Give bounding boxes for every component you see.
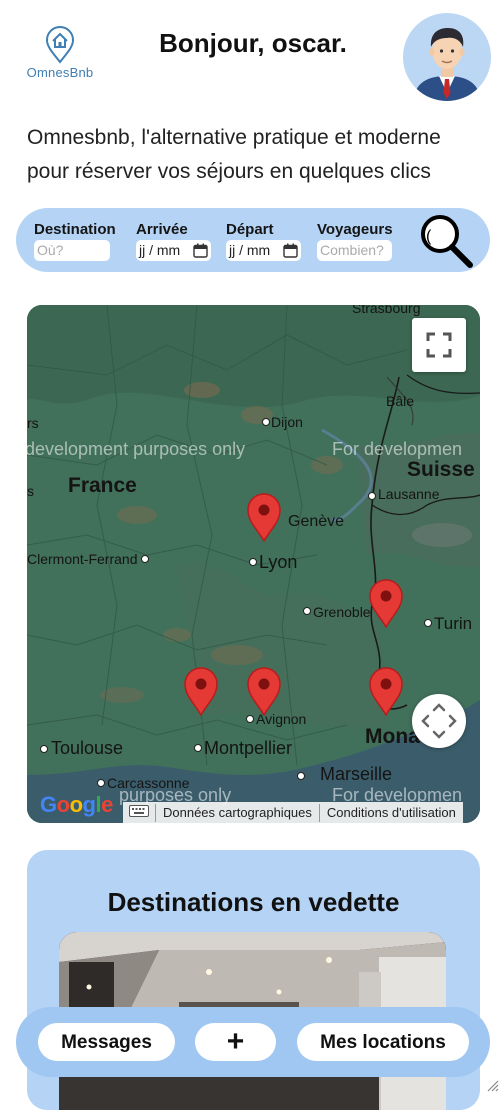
travelers-input[interactable]: Combien? <box>317 240 392 261</box>
destination-field: Destination Où? <box>34 221 116 261</box>
logo-text: OmnesBnb <box>26 65 94 80</box>
map-attribution: Données cartographiques Conditions d'uti… <box>123 802 463 823</box>
logo[interactable]: OmnesBnb <box>22 26 98 86</box>
map-watermark: For developmen <box>332 439 463 459</box>
bottom-nav: Messages + Mes locations <box>16 1007 490 1077</box>
map-label-strasbourg: Strasbourg <box>352 305 421 316</box>
map-label-suisse: Suisse <box>407 458 475 481</box>
arrival-field: Arrivée jj / mm <box>136 221 211 261</box>
arrival-date-input[interactable]: jj / mm <box>136 240 211 261</box>
destination-label: Destination <box>34 221 116 238</box>
search-icon: ( <box>421 215 473 268</box>
search-button[interactable]: ( <box>418 212 476 270</box>
departure-date-input[interactable]: jj / mm <box>226 240 301 261</box>
map-label-clermont-ferrand: Clermont-Ferrand <box>27 551 138 567</box>
map-pin-icon[interactable] <box>368 578 404 629</box>
greeting: Bonjour, oscar. <box>159 28 347 58</box>
map-pin-icon[interactable] <box>246 492 282 543</box>
arrival-label: Arrivée <box>136 221 188 238</box>
map-label-lausanne: Lausanne <box>378 486 440 502</box>
map-label-lyon: Lyon <box>259 552 298 572</box>
svg-text:(: ( <box>426 228 432 245</box>
map[interactable]: Strasbourg Dijon Bâle development purpos… <box>27 305 480 823</box>
map-pin-icon[interactable] <box>183 666 219 717</box>
messages-button[interactable]: Messages <box>38 1023 175 1061</box>
arrival-date-value: jj / mm <box>139 242 181 258</box>
google-logo: Google <box>40 792 113 817</box>
calendar-icon[interactable] <box>283 243 298 258</box>
header: OmnesBnb Bonjour, oscar. <box>0 0 501 110</box>
departure-field: Départ jj / mm <box>226 221 301 261</box>
house-pin-logo-icon <box>45 26 75 64</box>
resize-handle-icon[interactable] <box>485 1078 499 1092</box>
fullscreen-button[interactable] <box>412 318 466 372</box>
map-label-bale: Bâle <box>386 393 415 409</box>
map-watermark: development purposes only <box>27 439 246 459</box>
map-label-grenoble: Grenoble <box>313 604 371 620</box>
pan-control-button[interactable] <box>412 694 466 748</box>
map-data-link[interactable]: Données cartographiques <box>155 803 319 822</box>
tagline: Omnesbnb, l'alternative pratique et mode… <box>27 126 441 183</box>
calendar-icon[interactable] <box>193 243 208 258</box>
featured-title: Destinations en vedette <box>107 887 400 917</box>
map-label-montpellier: Montpellier <box>204 738 293 758</box>
map-label-toulouse: Toulouse <box>51 738 124 758</box>
map-label-marseille: Marseille <box>320 764 393 784</box>
departure-date-value: jj / mm <box>229 242 271 258</box>
travelers-field: Voyageurs Combien? <box>317 221 393 261</box>
user-avatar-icon[interactable] <box>403 13 491 101</box>
terms-link[interactable]: Conditions d'utilisation <box>318 803 463 822</box>
travelers-label: Voyageurs <box>317 221 393 238</box>
map-label-turin: Turin <box>434 614 473 633</box>
map-pin-icon[interactable] <box>368 666 404 717</box>
destination-input[interactable]: Où? <box>34 240 110 261</box>
map-label-france: France <box>68 474 137 497</box>
map-label-dijon: Dijon <box>271 414 303 430</box>
map-label-geneve: Genève <box>288 513 345 530</box>
map-label-s: s <box>27 483 34 499</box>
add-button[interactable]: + <box>195 1023 276 1061</box>
map-pin-icon[interactable] <box>246 666 282 717</box>
pan-control-icon <box>421 703 457 739</box>
keyboard-icon[interactable] <box>123 804 155 822</box>
map-label-rs: rs <box>27 415 39 431</box>
my-rentals-button[interactable]: Mes locations <box>297 1023 469 1061</box>
departure-label: Départ <box>226 221 274 238</box>
fullscreen-icon <box>426 332 452 358</box>
